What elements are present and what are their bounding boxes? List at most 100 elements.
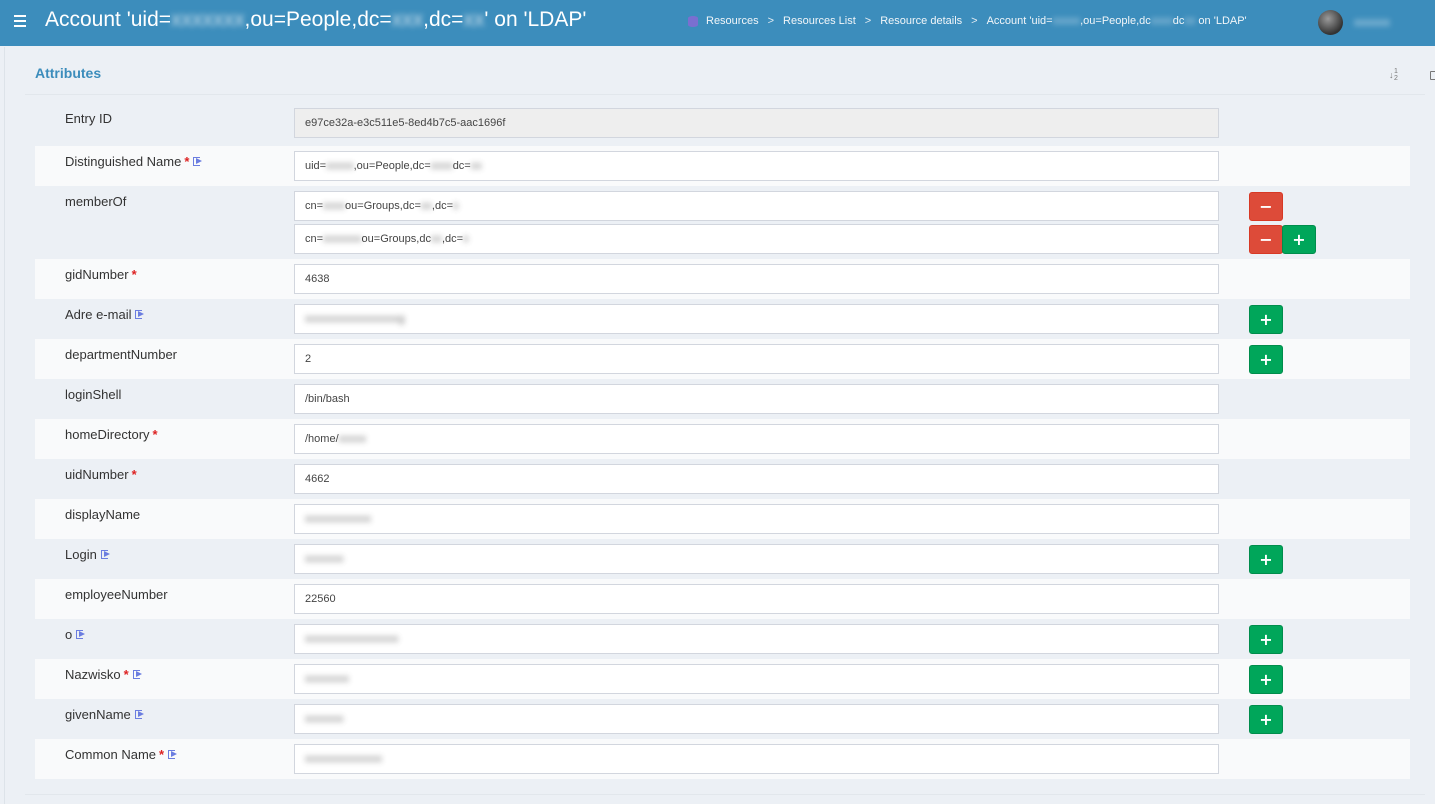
attribute-value-input[interactable]: uid=xxxxx,ou=People,dc=xxxxdc=xx: [294, 151, 1219, 181]
attribute-row: givenName xxxxxxx +: [35, 699, 1410, 739]
attribute-value: cn=: [305, 233, 324, 245]
avatar[interactable]: [1318, 10, 1343, 35]
attribute-value-input[interactable]: /bin/bash: [294, 384, 1219, 414]
attribute-value-input[interactable]: 22560: [294, 584, 1219, 614]
redacted-text: xxxxxxxxxxxxxxxxx: [305, 633, 399, 645]
menu-toggle-icon[interactable]: [14, 12, 32, 32]
attribute-value: 2: [305, 353, 312, 365]
panel-header: Attributes ↓ 1 2: [25, 47, 1435, 95]
add-value-button[interactable]: +: [1249, 345, 1283, 374]
attribute-value-input: e97ce32a-e3c511e5-8ed4b7c5-aac1696f: [294, 108, 1219, 138]
attribute-label-text: o: [65, 627, 73, 642]
add-value-button[interactable]: +: [1249, 545, 1283, 574]
redacted-text: xxxxxxxxxxxx: [305, 513, 371, 525]
attribute-value-input[interactable]: 4638: [294, 264, 1219, 294]
attribute-row: gidNumber * 4638: [35, 259, 1410, 299]
attribute-value-input[interactable]: cn=xxxxou=Groups,dc=xx,dc=x: [294, 191, 1219, 221]
attribute-value-input[interactable]: xxxxxxx: [294, 704, 1219, 734]
required-asterisk: *: [131, 267, 137, 282]
required-asterisk: *: [184, 154, 190, 169]
breadcrumb-resource-details[interactable]: Resource details: [880, 15, 962, 27]
sign-in-icon[interactable]: [134, 710, 146, 719]
sign-in-icon[interactable]: [193, 157, 204, 166]
attribute-value: cn=: [305, 200, 324, 212]
breadcrumb-resources[interactable]: Resources: [706, 15, 759, 27]
redacted-text: xxxx: [323, 200, 346, 212]
sort-icon[interactable]: ↓ 1 2: [1389, 68, 1401, 84]
attribute-label-text: homeDirectory: [65, 427, 150, 442]
breadcrumb-resources-list[interactable]: Resources List: [783, 15, 856, 27]
attribute-label-text: memberOf: [65, 194, 127, 209]
attribute-value-input[interactable]: xxxxxxxxxxxx: [294, 504, 1219, 534]
attribute-value-input[interactable]: xxxxxxxx: [294, 664, 1219, 694]
collapse-icon[interactable]: [1430, 71, 1435, 80]
remove-value-button[interactable]: −: [1249, 225, 1283, 254]
attribute-label: displayName: [65, 507, 140, 522]
attribute-label-text: departmentNumber: [65, 347, 177, 362]
panel-divider: [25, 794, 1425, 795]
redacted-text: xx: [420, 200, 432, 212]
redacted-text: xxxxx: [338, 433, 367, 445]
attribute-label-text: displayName: [65, 507, 141, 522]
add-value-button[interactable]: +: [1249, 705, 1283, 734]
required-asterisk: *: [131, 467, 137, 482]
attribute-label: Nazwisko *: [65, 667, 144, 682]
attribute-label-text: Entry ID: [65, 111, 112, 126]
add-value-button[interactable]: +: [1282, 225, 1316, 254]
redacted-text: x: [453, 200, 459, 212]
attribute-value: ou=Groups,dc: [361, 233, 431, 245]
attribute-value-input[interactable]: /home/xxxxx: [294, 424, 1219, 454]
sign-in-icon[interactable]: [76, 630, 87, 639]
remove-value-button[interactable]: −: [1249, 192, 1283, 221]
attribute-label-text: uidNumber: [65, 467, 129, 482]
sign-in-icon[interactable]: [168, 750, 179, 759]
attribute-value-input[interactable]: xxxxxxx: [294, 544, 1219, 574]
attribute-row: employeeNumber 22560: [35, 579, 1410, 619]
attribute-value: uid=: [305, 160, 327, 172]
add-value-button[interactable]: +: [1249, 665, 1283, 694]
attribute-label: Adre e-mail: [65, 307, 146, 322]
breadcrumb: Resources > Resources List > Resource de…: [688, 15, 1247, 27]
sign-in-icon[interactable]: [135, 310, 146, 319]
attribute-label: loginShell: [65, 387, 121, 402]
attribute-row: loginShell/bin/bash: [35, 379, 1410, 419]
attribute-value: e97ce32a-e3c511e5-8ed4b7c5-aac1696f: [305, 117, 506, 129]
redacted-text: xx: [430, 233, 442, 245]
redacted-text: xxxxxxx: [323, 233, 362, 245]
breadcrumb-separator: >: [971, 15, 978, 27]
attribute-row: Nazwisko * xxxxxxxx +: [35, 659, 1410, 699]
attribute-value-input[interactable]: 2: [294, 344, 1219, 374]
attribute-value-input[interactable]: 4662: [294, 464, 1219, 494]
attribute-label: memberOf: [65, 194, 126, 209]
attribute-label-text: loginShell: [65, 387, 122, 402]
attribute-label-text: Adre e-mail: [65, 307, 132, 322]
attribute-value-input[interactable]: xxxxxxxxxxxxxx: [294, 744, 1219, 774]
sign-in-icon[interactable]: [132, 670, 144, 679]
attribute-value: ,dc=: [441, 233, 464, 245]
top-navbar: Account 'uid=xxxxxxx,ou=People,dc=xxx,dc…: [0, 0, 1435, 46]
attribute-row: o xxxxxxxxxxxxxxxxx +: [35, 619, 1410, 659]
breadcrumb-separator: >: [767, 15, 775, 27]
database-icon: [688, 15, 698, 27]
attribute-row: displayName xxxxxxxxxxxx: [35, 499, 1410, 539]
attribute-row: uidNumber * 4662: [35, 459, 1410, 499]
attribute-label-text: Distinguished Name: [65, 154, 182, 169]
attribute-value-input[interactable]: xxxxxxxxxxxxxxxxxg: [294, 304, 1219, 334]
sign-in-icon[interactable]: [100, 550, 112, 559]
attribute-label: givenName: [65, 707, 146, 722]
attribute-value-input[interactable]: xxxxxxxxxxxxxxxxx: [294, 624, 1219, 654]
attribute-label-text: givenName: [65, 707, 131, 722]
add-value-button[interactable]: +: [1249, 625, 1283, 654]
attribute-label: homeDirectory *: [65, 427, 158, 442]
attribute-label: uidNumber *: [65, 467, 137, 482]
username[interactable]: xxxxxx: [1354, 15, 1390, 29]
breadcrumb-current: Account 'uid=xxxxx,ou=People,dcxxxxdcxx …: [986, 15, 1247, 27]
redacted-text: xxxxxxxxxxxxxx: [305, 753, 382, 765]
attribute-label-text: Nazwisko: [65, 667, 121, 682]
add-value-button[interactable]: +: [1249, 305, 1283, 334]
attribute-value-input[interactable]: cn=xxxxxxxou=Groups,dcxx,dc=x: [294, 224, 1219, 254]
attribute-value: dc=: [452, 160, 471, 172]
redacted-text: xxxxxxxxxxxxxxxxxg: [305, 313, 405, 325]
attribute-label-text: gidNumber: [65, 267, 129, 282]
attribute-value: /bin/bash: [305, 393, 350, 405]
